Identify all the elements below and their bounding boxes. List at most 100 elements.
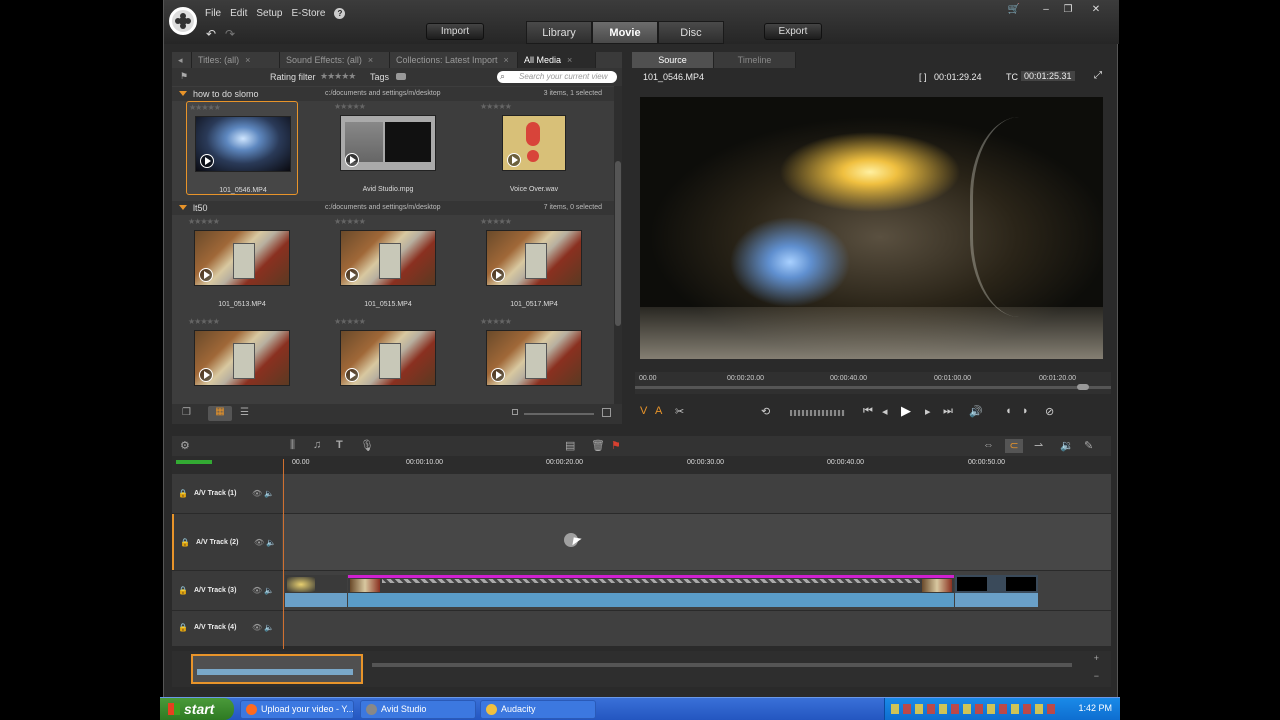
zoom-in-icon[interactable]: + (1094, 653, 1099, 663)
close-tab-icon[interactable]: × (368, 55, 373, 65)
tag-toggle-icon[interactable] (396, 73, 406, 80)
track-header[interactable]: 🔒 A/V Track (1) 👁 🔈 (172, 474, 282, 513)
audio-toggle-icon[interactable]: A (655, 405, 662, 417)
step-back-icon[interactable]: ◂ (882, 405, 888, 418)
storyboard-icon[interactable]: ▤ (565, 439, 575, 452)
volume-icon[interactable]: 🔊 (969, 405, 983, 418)
zoom-out-icon[interactable]: − (1094, 671, 1099, 681)
insert-mode-icon[interactable]: ⊂ (1005, 439, 1023, 453)
library-tab[interactable]: Titles: (all) × (192, 52, 280, 68)
rating-filter-stars[interactable]: ★★★★★ (320, 71, 356, 82)
timeline-clip[interactable] (955, 575, 1038, 607)
tab-movie[interactable]: Movie (592, 21, 658, 44)
taskbar-item[interactable]: Audacity (480, 700, 596, 719)
step-forward-icon[interactable]: ▸ (925, 405, 931, 418)
lock-icon[interactable]: 🔒 (178, 623, 188, 632)
library-item[interactable]: ★★★★★ (332, 316, 444, 404)
play-icon[interactable] (491, 268, 505, 282)
scorefitter-icon[interactable]: ♫ (313, 439, 321, 451)
rating-stars[interactable]: ★★★★★ (189, 103, 221, 112)
list-view-icon[interactable]: ☰ (240, 407, 249, 418)
timeline-playhead[interactable] (283, 459, 284, 649)
menu-setup[interactable]: Setup (256, 8, 282, 19)
library-item[interactable]: ★★★★★ 101_0515.MP4 (332, 216, 444, 310)
library-item[interactable]: ★★★★★ Voice Over.wav (478, 101, 590, 195)
timecode-value[interactable]: 00:01:25.31 (1021, 71, 1075, 81)
grid-view-icon[interactable]: ▦ (208, 406, 232, 421)
marker-icon[interactable]: ⚑ (611, 439, 621, 452)
export-button[interactable]: Export (764, 23, 822, 40)
play-icon[interactable] (199, 268, 213, 282)
go-to-end-icon[interactable]: ⏭ (943, 405, 953, 418)
navigator-track[interactable] (372, 663, 1072, 667)
tags-label[interactable]: Tags (370, 72, 389, 82)
mark-in-icon[interactable]: ◖ (1005, 405, 1012, 417)
magnet-icon[interactable]: ⇔ (983, 439, 994, 451)
rating-stars[interactable]: ★★★★★ (334, 102, 366, 111)
shuttle-control[interactable] (790, 410, 845, 416)
large-size-icon[interactable] (602, 408, 611, 417)
tab-source[interactable]: Source (632, 52, 714, 68)
rating-stars[interactable]: ★★★★★ (334, 317, 366, 326)
tab-disc[interactable]: Disc (658, 21, 724, 44)
player-scrubber[interactable]: 00.00 00:00:20.00 00:00:40.00 00:01:00.0… (635, 372, 1111, 394)
library-scrollbar[interactable] (614, 86, 622, 404)
search-input[interactable]: Search your current view (497, 71, 617, 83)
cart-icon[interactable]: 🛒 (1004, 3, 1024, 17)
video-toggle-icon[interactable]: V (640, 405, 647, 417)
page-icon[interactable]: ❐ (182, 407, 191, 418)
lock-icon[interactable]: 🔒 (180, 538, 190, 547)
mark-out-icon[interactable]: ◗ (1022, 405, 1029, 417)
rating-stars[interactable]: ★★★★★ (188, 217, 220, 226)
tray-icons[interactable] (891, 704, 1059, 714)
menu-estore[interactable]: E-Store (292, 8, 326, 19)
audio-mixer-icon[interactable]: ⫼ (290, 439, 295, 452)
menu-edit[interactable]: Edit (230, 8, 247, 19)
library-item[interactable]: ★★★★★ (478, 316, 590, 404)
play-icon[interactable] (345, 153, 359, 167)
go-to-start-icon[interactable]: ⏮ (863, 405, 873, 418)
collapse-arrow-icon[interactable] (179, 205, 187, 210)
lock-icon[interactable]: 🔒 (178, 489, 188, 498)
library-item[interactable]: ★★★★★ 101_0546.MP4 (186, 101, 298, 195)
close-tab-icon[interactable]: × (245, 55, 250, 65)
track-visibility-icon[interactable]: 👁 🔈 (252, 623, 274, 632)
track-visibility-icon[interactable]: 👁 🔈 (254, 538, 276, 547)
taskbar-item[interactable]: Upload your video - Y... (240, 700, 354, 719)
ripple-icon[interactable]: ⇀ (1034, 439, 1043, 452)
scrollbar-thumb[interactable] (615, 161, 621, 326)
small-size-icon[interactable] (512, 409, 518, 415)
library-item[interactable]: ★★★★★ Avid Studio.mpg (332, 101, 444, 195)
start-button[interactable]: start (160, 698, 234, 720)
library-tab[interactable]: Collections: Latest Import × (390, 52, 518, 68)
minimize-icon[interactable]: – (1036, 3, 1056, 17)
scrubber-track[interactable] (635, 384, 1111, 390)
timeline-clip[interactable] (285, 575, 347, 607)
navigator-window[interactable] (191, 654, 363, 684)
play-icon[interactable] (200, 154, 214, 168)
help-icon[interactable]: ? (334, 8, 346, 19)
play-icon[interactable] (199, 368, 213, 382)
library-tab[interactable]: Sound Effects: (all) × (280, 52, 390, 68)
section-header[interactable]: how to do slomo c:/documents and setting… (172, 87, 614, 101)
thumbnail-size-slider[interactable] (524, 413, 594, 415)
close-tab-icon[interactable]: × (567, 55, 572, 65)
edit-tool-icon[interactable]: ✎ (1084, 439, 1093, 452)
delete-icon[interactable]: 🗑 (591, 439, 605, 452)
play-icon[interactable]: ▶ (901, 403, 911, 419)
timeline-ruler[interactable]: 00.00 00:00:10.00 00:00:20.00 00:00:30.0… (172, 456, 1111, 474)
close-icon[interactable]: ✕ (1086, 3, 1106, 17)
rating-stars[interactable]: ★★★★★ (480, 102, 512, 111)
library-item[interactable]: ★★★★★ (186, 316, 298, 404)
clear-marks-icon[interactable]: ⊘ (1045, 405, 1054, 418)
track-header[interactable]: 🔒 A/V Track (4) 👁 🔈 (172, 611, 282, 646)
library-item[interactable]: ★★★★★ 101_0513.MP4 (186, 216, 298, 310)
rating-stars[interactable]: ★★★★★ (334, 217, 366, 226)
track-header[interactable]: 🔒 A/V Track (2) 👁 🔈 (172, 514, 282, 570)
rating-stars[interactable]: ★★★★★ (188, 317, 220, 326)
track-visibility-icon[interactable]: 👁 🔈 (252, 586, 274, 595)
undo-icon[interactable]: ↶ (206, 27, 216, 41)
track-lane[interactable] (282, 514, 1111, 570)
pin-icon[interactable]: ⚑ (180, 71, 188, 82)
collapse-arrow-icon[interactable] (179, 91, 187, 96)
